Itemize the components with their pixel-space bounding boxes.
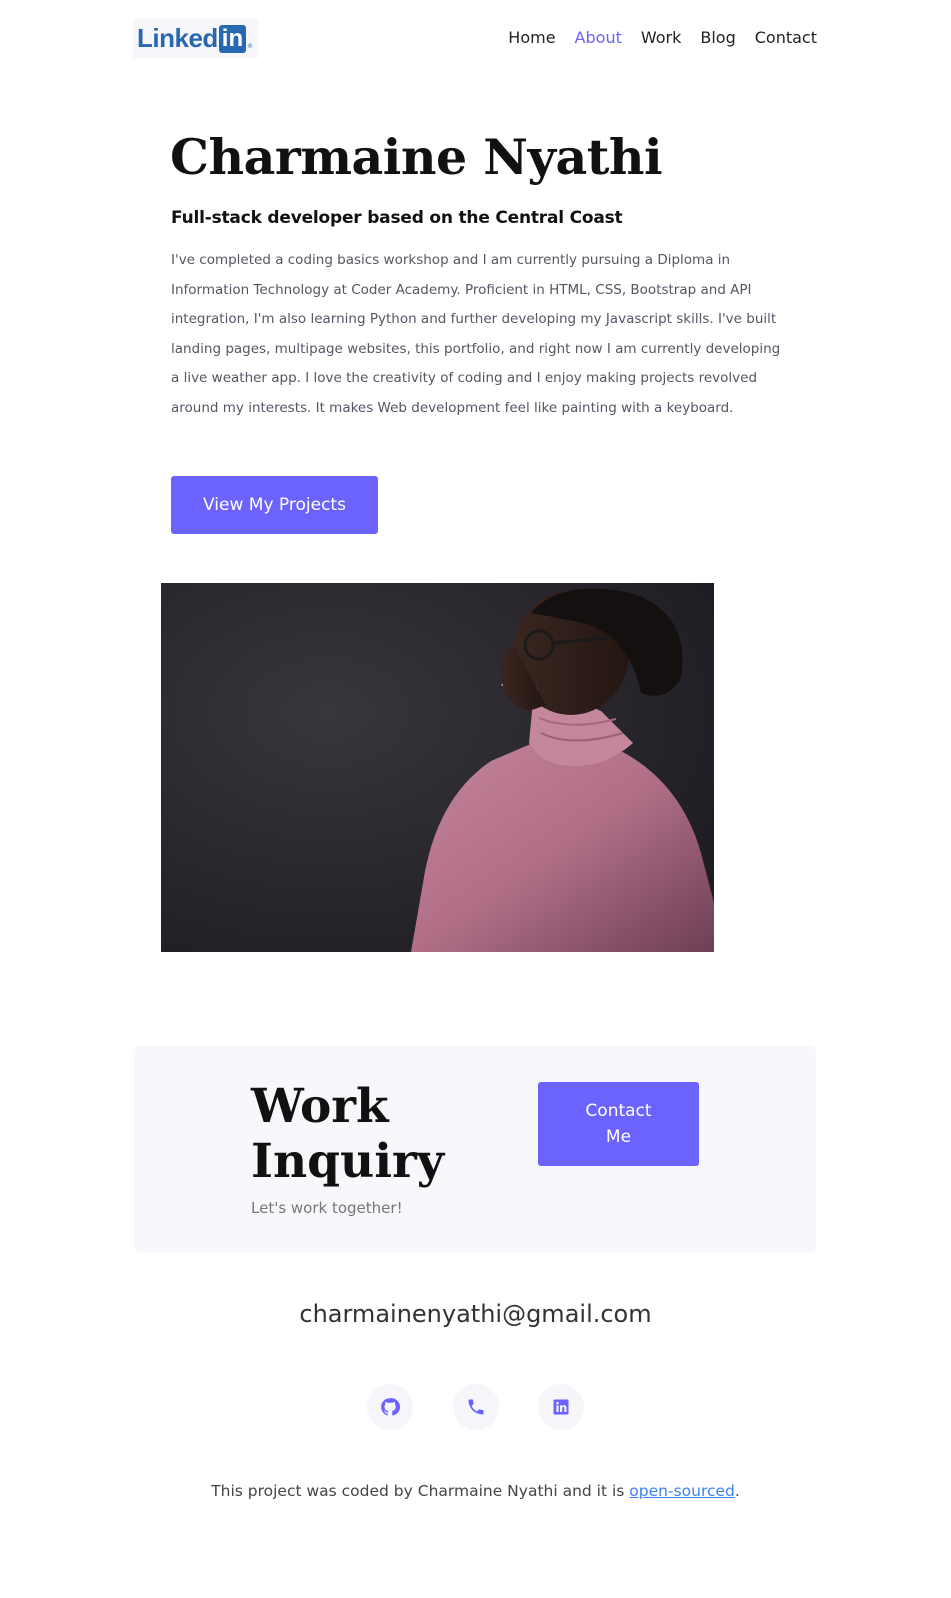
footer-text: This project was coded by Charmaine Nyat… [211,1482,630,1500]
profile-photo-illustration [161,583,714,952]
nav-blog[interactable]: Blog [700,28,735,47]
site-footer: This project was coded by Charmaine Nyat… [0,1482,951,1500]
github-icon [381,1398,400,1416]
nav-about[interactable]: About [575,28,622,47]
nav-home[interactable]: Home [508,28,555,47]
logo-badge: in [218,24,247,53]
phone-icon [468,1399,484,1415]
open-sourced-link[interactable]: open-sourced [629,1482,735,1500]
profile-photo [161,583,714,952]
hero-name: Charmaine Nyathi [170,128,663,186]
contact-email[interactable]: charmainenyathi@gmail.com [0,1300,951,1328]
linkedin-link[interactable] [538,1384,584,1430]
work-inquiry-panel: Work Inquiry Let's work together! Contac… [134,1045,816,1253]
footer-period: . [734,1482,740,1500]
logo-registered-mark: ® [247,43,254,50]
github-link[interactable] [367,1384,413,1430]
nav-contact[interactable]: Contact [755,28,817,47]
phone-link[interactable] [453,1384,499,1430]
hero-subtitle: Full-stack developer based on the Centra… [171,208,623,228]
logo-text: Linked [137,23,218,53]
nav-work[interactable]: Work [641,28,682,47]
linkedin-logo[interactable]: Linked in ® [133,19,258,58]
hero-bio: I've completed a coding basics workshop … [171,252,781,416]
view-projects-button[interactable]: View My Projects [171,476,378,534]
main-nav: Home About Work Blog Contact [508,28,817,47]
linkedin-icon [553,1399,569,1415]
contact-me-button[interactable]: Contact Me [538,1082,699,1166]
inquiry-subtitle: Let's work together! [251,1199,403,1217]
inquiry-title: Work Inquiry [251,1079,445,1189]
